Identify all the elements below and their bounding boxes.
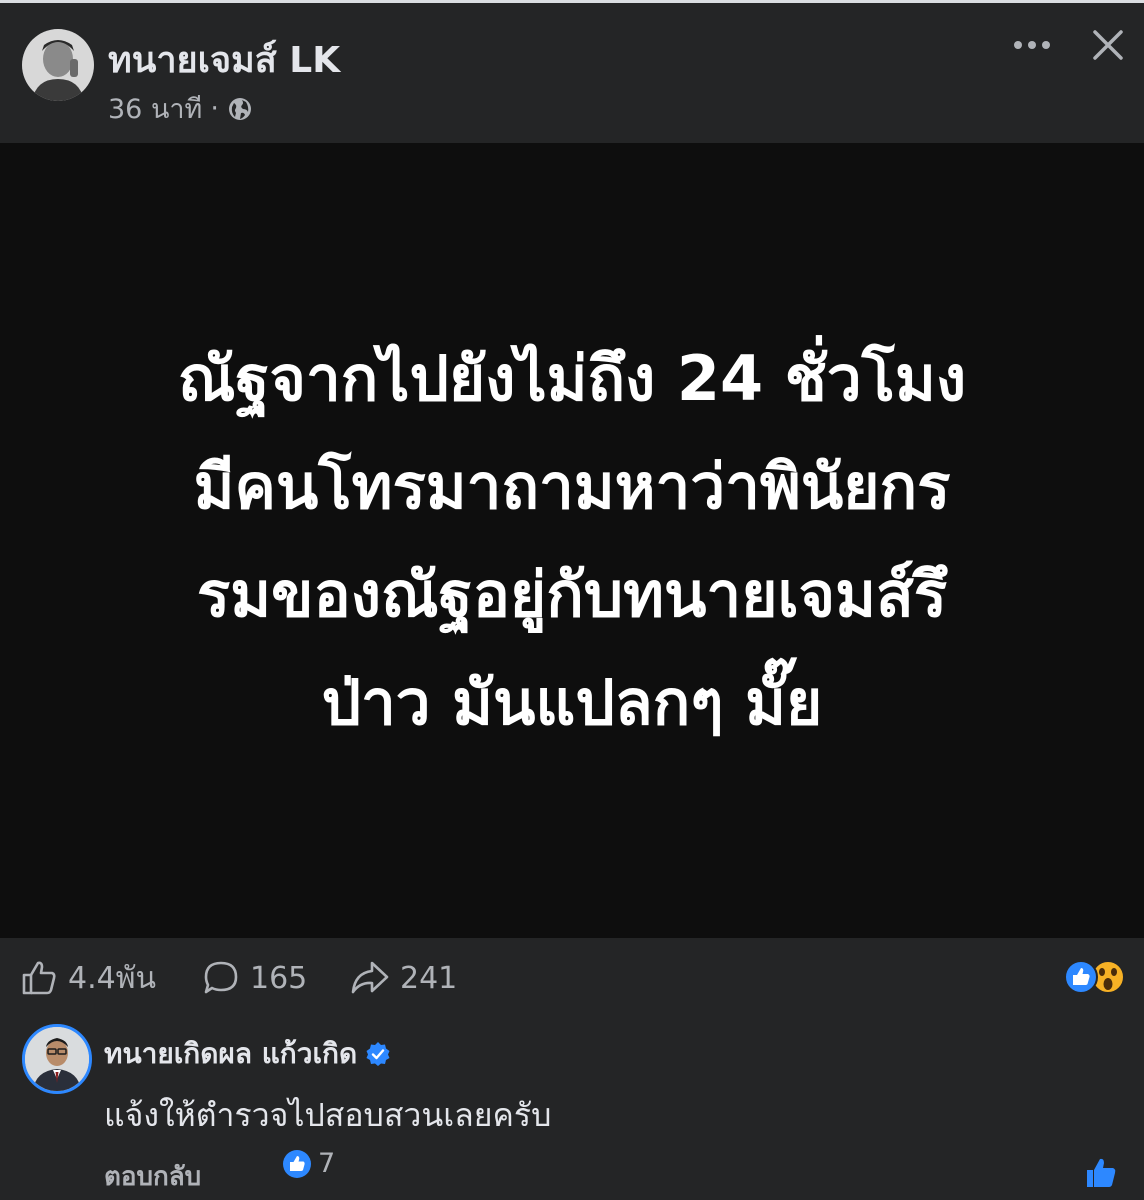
author-avatar[interactable]: [22, 29, 94, 101]
like-comment-button[interactable]: [1084, 1156, 1118, 1190]
image-text-line: มีคนโทรมาถามหาว่าพินัยกร: [193, 449, 951, 523]
like-count: 4.4พัน: [68, 960, 156, 996]
thumbs-up-filled-icon: [1087, 1158, 1116, 1187]
post-image[interactable]: ณัฐจากไปยังไม่ถึง 24 ชั่วโมง มีคนโทรมาถา…: [0, 143, 1144, 938]
commenter-avatar[interactable]: [22, 1024, 92, 1094]
author-name[interactable]: ทนายเจมส์ LK: [108, 31, 340, 88]
reply-button[interactable]: ตอบกลับ: [104, 1156, 201, 1197]
close-button[interactable]: [1086, 23, 1130, 67]
commenter-name[interactable]: ทนายเกิดผล แก้วเกิด: [104, 1032, 357, 1076]
more-icon: [1014, 41, 1050, 49]
image-text-line: ป่าว มันแปลกๆ มั๊ย: [321, 665, 823, 739]
comment: ทนายเกิดผล แก้วเกิด แจ้งให้ตำรวจไปสอบสวน…: [0, 1020, 1144, 1200]
thumbs-up-outline-icon: [22, 961, 56, 995]
comment-count: 165: [250, 960, 308, 996]
like-button[interactable]: 4.4พัน: [20, 958, 156, 998]
post-header: ทนายเจมส์ LK 36 นาที ·: [0, 3, 1144, 143]
image-text-line: รมของณัฐอยู่กับทนายเจมส์รึ: [196, 557, 948, 631]
meta-separator: ·: [210, 93, 219, 124]
image-text-line: ณัฐจากไปยังไม่ถึง 24 ชั่วโมง: [177, 341, 967, 415]
close-icon: [1093, 30, 1123, 60]
comment-text: แจ้งให้ตำรวจไปสอบสวนเลยครับ: [104, 1096, 552, 1134]
reaction-summary[interactable]: [1064, 960, 1126, 994]
comment-reaction-count: 7: [318, 1148, 336, 1179]
more-options-button[interactable]: [1010, 33, 1054, 57]
post-image-text: ณัฐจากไปยังไม่ถึง 24 ชั่วโมง มีคนโทรมาถา…: [72, 325, 1072, 757]
commenter-row: ทนายเกิดผล แก้วเกิด: [104, 1032, 391, 1076]
post-action-bar: 4.4พัน 165 241: [0, 938, 1144, 1020]
comment-bubble-icon: [204, 961, 238, 994]
verified-badge-icon: [366, 1042, 390, 1066]
post-time[interactable]: 36 นาที: [108, 87, 202, 130]
like-reaction-icon: [1064, 960, 1098, 994]
comment-button[interactable]: 165: [202, 958, 307, 998]
share-button[interactable]: 241: [350, 958, 457, 998]
comment-reactions[interactable]: 7: [282, 1148, 335, 1179]
share-count: 241: [400, 960, 458, 996]
post-meta: 36 นาที ·: [108, 87, 253, 130]
like-reaction-icon: [283, 1149, 311, 1178]
share-arrow-icon: [351, 961, 389, 994]
globe-icon: [227, 96, 253, 122]
